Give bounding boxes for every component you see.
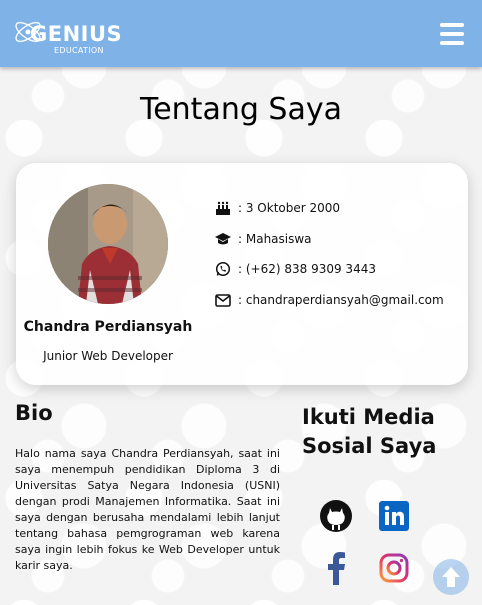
hamburger-menu-button[interactable] bbox=[440, 23, 464, 45]
bio-text: Halo nama saya Chandra Perdiansyah, saat… bbox=[15, 447, 280, 572]
logo-subtext: EDUCATION bbox=[54, 46, 104, 55]
scroll-to-top-button[interactable] bbox=[433, 559, 469, 595]
email-text: : chandraperdiansyah@gmail.com bbox=[238, 293, 444, 307]
profile-role: Junior Web Developer bbox=[43, 349, 173, 363]
whatsapp-icon bbox=[214, 261, 232, 277]
info-row-birthday: : 3 Oktober 2000 bbox=[214, 198, 340, 218]
phone-text: : (+62) 838 9309 3443 bbox=[238, 262, 376, 276]
info-row-status: : Mahasiswa bbox=[214, 229, 312, 249]
hamburger-bar bbox=[440, 23, 464, 27]
instagram-icon bbox=[379, 553, 409, 583]
linkedin-icon bbox=[379, 501, 409, 531]
page-title: Tentang Saya bbox=[139, 92, 342, 127]
bio-title: Bio bbox=[15, 401, 53, 425]
github-icon bbox=[320, 500, 352, 532]
hamburger-bar bbox=[440, 41, 464, 45]
facebook-link[interactable] bbox=[319, 551, 353, 585]
github-link[interactable] bbox=[319, 499, 353, 533]
arrow-up-icon bbox=[442, 567, 460, 587]
avatar-photo bbox=[48, 184, 168, 304]
graduation-cap-icon bbox=[214, 231, 232, 247]
hamburger-bar bbox=[440, 32, 464, 36]
facebook-icon bbox=[328, 552, 345, 585]
social-title: Ikuti Media Sosial Saya bbox=[302, 405, 437, 458]
profile-card: Chandra Perdiansyah Junior Web Developer… bbox=[16, 163, 468, 385]
birthday-text: : 3 Oktober 2000 bbox=[238, 201, 341, 215]
status-text: : Mahasiswa bbox=[238, 232, 312, 246]
info-row-phone: : (+62) 838 9309 3443 bbox=[214, 259, 376, 279]
birthday-cake-icon bbox=[214, 200, 232, 216]
logo[interactable]: GENIUS EDUCATION bbox=[12, 8, 122, 58]
profile-name: Chandra Perdiansyah bbox=[23, 319, 193, 335]
instagram-link[interactable] bbox=[377, 551, 411, 585]
logo-text: GENIUS bbox=[30, 22, 123, 46]
avatar bbox=[48, 184, 168, 304]
linkedin-link[interactable] bbox=[377, 499, 411, 533]
envelope-icon bbox=[214, 292, 232, 308]
info-row-email: : chandraperdiansyah@gmail.com bbox=[214, 290, 444, 310]
navbar: GENIUS EDUCATION bbox=[0, 0, 482, 67]
